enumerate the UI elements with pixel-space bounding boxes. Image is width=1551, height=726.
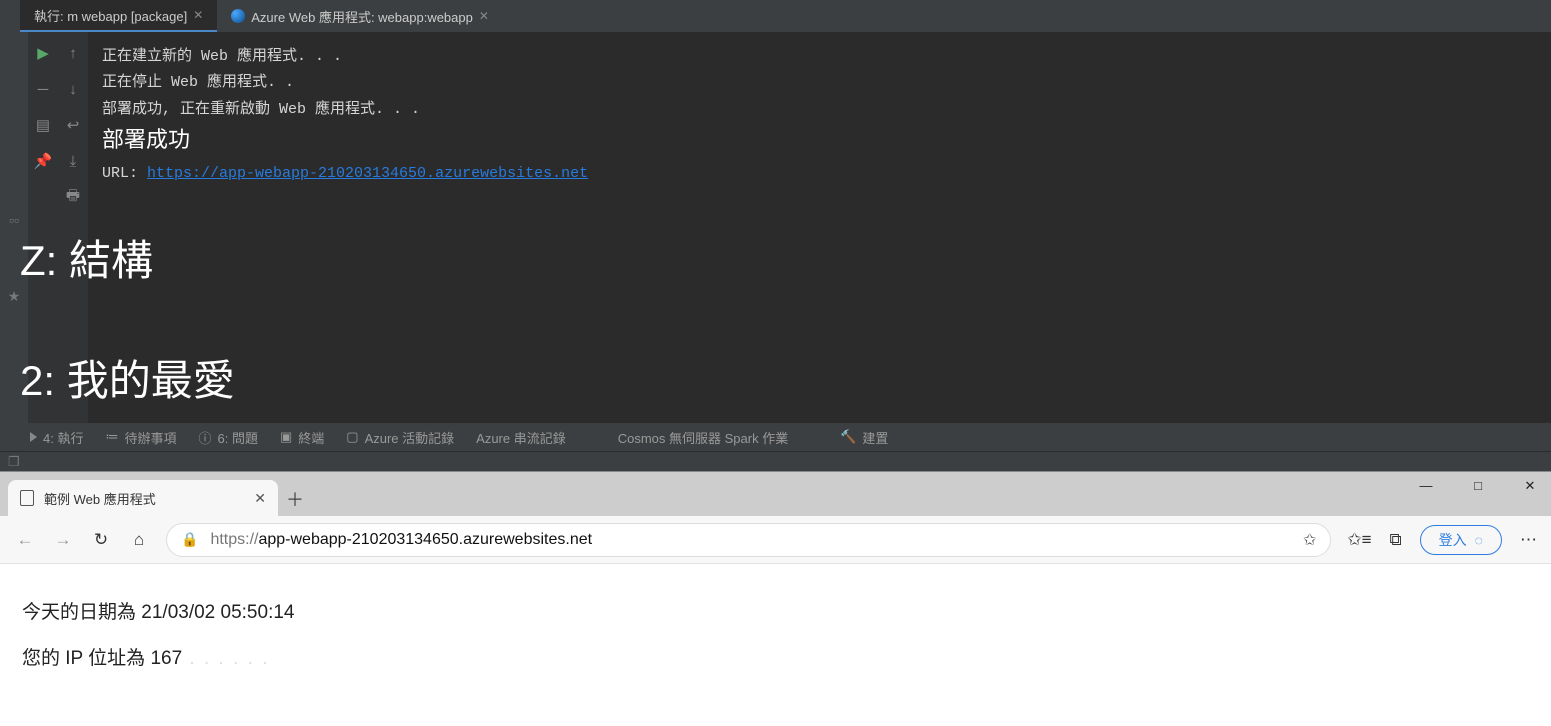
label: 登入 <box>1439 530 1467 550</box>
azure-icon: ▢ <box>346 429 358 445</box>
toolbar-right: ✩≡ ⧉ 登入 ◌ ⋯ <box>1347 525 1537 555</box>
browser-window: 範例 Web 應用程式 ✕ ＋ — □ ✕ ← → ↻ ⌂ 🔒 https://… <box>0 471 1551 726</box>
address-bar[interactable]: 🔒 https://app-webapp-210203134650.azurew… <box>166 523 1331 557</box>
run-toolbar-1: ▶ ─ ▤ 📌 <box>28 32 58 423</box>
ide-bottom-toolbar: 4: 執行 ≔ 待辦事項 ⓘ 6: 問題 ▣ 終端 ▢ Azure 活動記錄 Azure… <box>0 423 1551 451</box>
scroll-end-icon[interactable]: ⤓ <box>64 152 82 170</box>
window-controls: — □ ✕ <box>1411 478 1545 494</box>
label: Azure 活動記錄 <box>365 428 455 447</box>
console-output[interactable]: 正在建立新的 Web 應用程式. . . 正在停止 Web 應用程式. . 部署… <box>88 32 1551 423</box>
forward-button[interactable]: → <box>52 530 74 550</box>
close-icon[interactable]: ✕ <box>254 490 266 507</box>
ide-body: ▫▫ ★ ▶ ─ ▤ 📌 ↑ ↓ ↩ ⤓ 🖶 正在建立新的 Web 應用程式. … <box>0 32 1551 423</box>
divider-icon: ─ <box>34 80 52 98</box>
arrow-down-icon[interactable]: ↓ <box>64 80 82 98</box>
console-url-line: URL: https://app-webapp-210203134650.azu… <box>102 161 1537 187</box>
label: Cosmos 無伺服器 Spark 作業 <box>618 428 788 447</box>
pin-icon[interactable]: 📌 <box>34 152 52 170</box>
label: 6: 問題 <box>218 428 258 447</box>
minimize-button[interactable]: — <box>1411 478 1441 494</box>
maximize-button[interactable]: □ <box>1463 478 1493 494</box>
close-button[interactable]: ✕ <box>1515 478 1545 494</box>
globe-icon <box>231 9 245 23</box>
layout-icon[interactable]: ▤ <box>34 116 52 134</box>
url-label: URL: <box>102 165 147 182</box>
star-icon[interactable]: ★ <box>8 288 21 305</box>
ide-tab-label: 執行: m webapp [package] <box>34 6 187 25</box>
lock-icon: 🔒 <box>181 531 198 548</box>
signin-button[interactable]: 登入 ◌ <box>1420 525 1502 555</box>
print-icon[interactable]: 🖶 <box>64 188 82 206</box>
run-toolbar-2: ↑ ↓ ↩ ⤓ 🖶 <box>58 32 88 423</box>
ide-left-gutter: ▫▫ ★ <box>0 32 28 423</box>
label: 建置 <box>862 428 888 447</box>
date-line: 今天的日期為 21/03/02 05:50:14 <box>22 590 1529 636</box>
browser-tab[interactable]: 範例 Web 應用程式 ✕ <box>8 480 278 516</box>
deploy-success: 部署成功 <box>102 123 1537 162</box>
console-line: 正在停止 Web 應用程式. . <box>102 70 1537 96</box>
label: 終端 <box>298 428 324 447</box>
url-scheme: https:// <box>210 531 258 548</box>
browser-toolbar: ← → ↻ ⌂ 🔒 https://app-webapp-21020313465… <box>0 516 1551 564</box>
new-tab-button[interactable]: ＋ <box>278 482 312 516</box>
ip-redacted: . . . . . . <box>182 648 269 669</box>
favorites-icon[interactable]: ✩≡ <box>1347 530 1371 550</box>
wrap-icon[interactable]: ↩ <box>64 116 82 134</box>
menu-icon[interactable]: ⋯ <box>1520 530 1537 550</box>
url-host: app-webapp-210203134650.azurewebsites.ne… <box>258 531 592 548</box>
browser-tab-strip: 範例 Web 應用程式 ✕ ＋ — □ ✕ <box>0 472 1551 516</box>
ide-tab-strip: 執行: m webapp [package] ✕ Azure Web 應用程式:… <box>0 0 1551 32</box>
home-button[interactable]: ⌂ <box>128 530 150 550</box>
url-text: https://app-webapp-210203134650.azureweb… <box>210 531 592 549</box>
ip-prefix: 您的 IP 位址為 167 <box>22 648 182 669</box>
hammer-icon: 🔨 <box>840 429 856 445</box>
toolwindow-azure-stream[interactable]: Azure 串流記錄 <box>476 428 566 447</box>
toolwindow-todo[interactable]: ≔ 待辦事項 <box>105 428 176 447</box>
arrow-up-icon[interactable]: ↑ <box>64 44 82 62</box>
toolwindow-build[interactable]: 🔨 建置 <box>840 428 888 447</box>
ide-tab-label: Azure Web 應用程式: webapp:webapp <box>251 7 473 26</box>
favorite-icon[interactable]: ✩ <box>1303 530 1316 550</box>
profile-icon: ◌ <box>1475 532 1483 548</box>
play-icon <box>30 432 37 442</box>
label: 待辦事項 <box>124 428 176 447</box>
toolwindow-run[interactable]: 4: 執行 <box>30 428 83 447</box>
toolwindow-problems[interactable]: ⓘ 6: 問題 <box>198 428 257 447</box>
toolwindow-cosmos[interactable]: Cosmos 無伺服器 Spark 作業 <box>618 428 788 447</box>
run-icon[interactable]: ▶ <box>34 44 52 62</box>
console-line: 正在建立新的 Web 應用程式. . . <box>102 44 1537 70</box>
deploy-url-link[interactable]: https://app-webapp-210203134650.azureweb… <box>147 165 588 182</box>
back-button[interactable]: ← <box>14 530 36 550</box>
toolwindow-terminal[interactable]: ▣ 終端 <box>280 428 324 447</box>
ide-panel: 執行: m webapp [package] ✕ Azure Web 應用程式:… <box>0 0 1551 471</box>
ip-line: 您的 IP 位址為 167 . . . . . . <box>22 636 1529 682</box>
chart-icon[interactable]: ▫▫ <box>9 212 19 228</box>
info-icon: ⓘ <box>198 428 211 447</box>
label: Azure 串流記錄 <box>476 428 566 447</box>
document-icon <box>20 490 34 506</box>
refresh-button[interactable]: ↻ <box>90 530 112 550</box>
list-icon: ≔ <box>105 429 118 445</box>
toolwindow-azure-activity[interactable]: ▢ Azure 活動記錄 <box>346 428 454 447</box>
page-content: 今天的日期為 21/03/02 05:50:14 您的 IP 位址為 167 .… <box>0 564 1551 707</box>
ide-tab-azure[interactable]: Azure Web 應用程式: webapp:webapp ✕ <box>217 0 503 32</box>
console-line: 部署成功, 正在重新啟動 Web 應用程式. . . <box>102 97 1537 123</box>
close-icon[interactable]: ✕ <box>479 9 489 23</box>
close-icon[interactable]: ✕ <box>193 8 203 22</box>
label: 4: 執行 <box>43 428 83 447</box>
window-icon[interactable]: ❐ <box>8 454 20 470</box>
ide-tab-run[interactable]: 執行: m webapp [package] ✕ <box>20 0 217 32</box>
ide-statusbar: ❐ <box>0 451 1551 471</box>
browser-tab-title: 範例 Web 應用程式 <box>44 489 156 508</box>
collections-icon[interactable]: ⧉ <box>1390 530 1402 550</box>
terminal-icon: ▣ <box>280 429 292 445</box>
